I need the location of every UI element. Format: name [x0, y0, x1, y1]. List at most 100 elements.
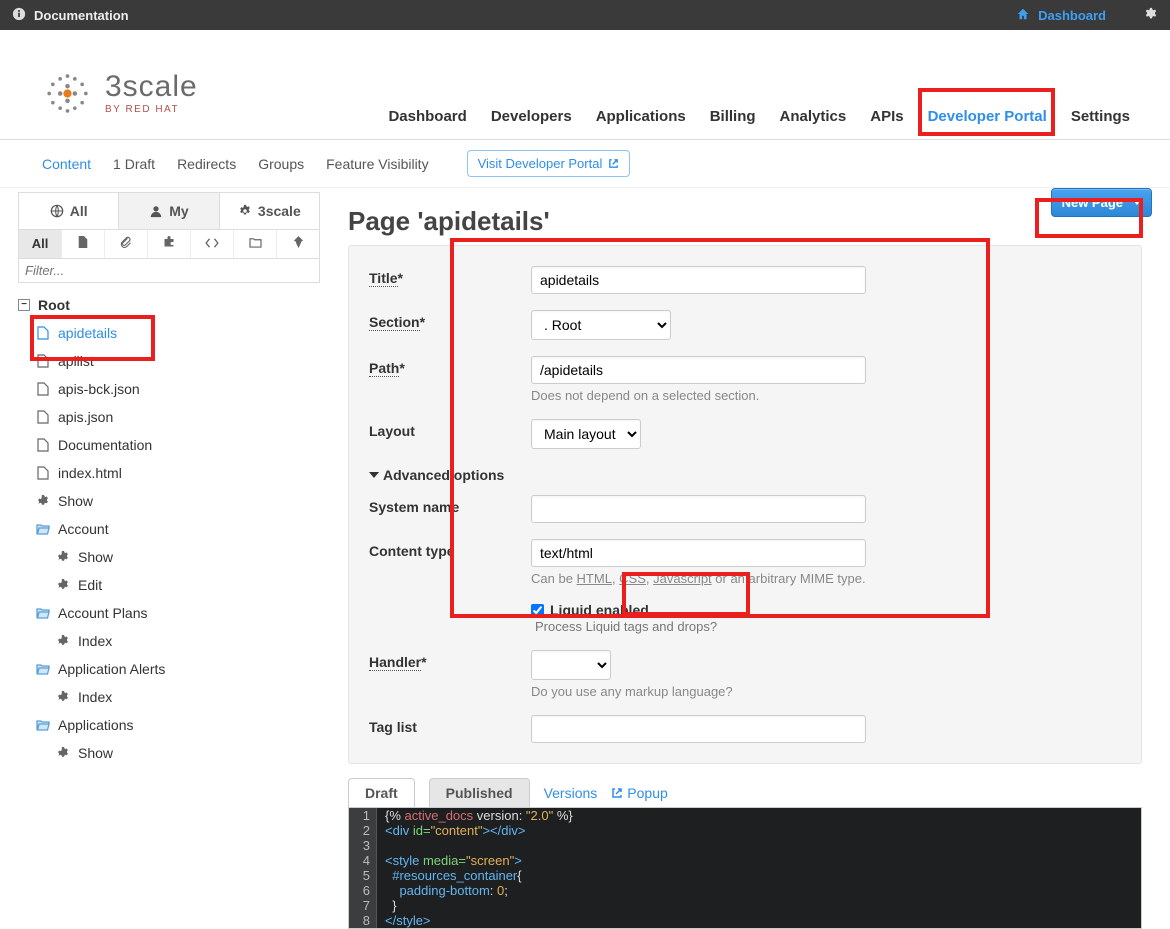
external-link-icon — [608, 158, 619, 169]
title-input[interactable] — [531, 266, 866, 294]
liquid-enabled-checkbox[interactable] — [531, 604, 544, 617]
sidebar-tab-all[interactable]: All — [19, 193, 119, 229]
topbar: Documentation Dashboard — [0, 0, 1170, 30]
cog-icon — [36, 494, 50, 508]
label-taglist: Tag list — [369, 715, 519, 735]
editor-tab-draft[interactable]: Draft — [348, 778, 415, 807]
nav-settings[interactable]: Settings — [1071, 108, 1130, 125]
subnav-draft[interactable]: 1 Draft — [113, 156, 155, 172]
tree-item-apilist[interactable]: apilist — [18, 347, 320, 375]
advanced-toggle[interactable]: Advanced options — [369, 467, 1121, 483]
nav-developer-portal[interactable]: Developer Portal — [928, 108, 1047, 125]
filter-attach-icon[interactable] — [105, 230, 148, 258]
label-ctype: Content type — [369, 539, 519, 559]
tree-item-plans-index[interactable]: Index — [18, 627, 320, 655]
cog-icon — [56, 634, 70, 648]
filter-all[interactable]: All — [19, 230, 62, 258]
gear-icon[interactable] — [1144, 7, 1158, 24]
globe-icon — [50, 204, 64, 218]
cog-icon — [238, 204, 252, 218]
file-icon — [36, 466, 50, 480]
tree-root[interactable]: − Root — [18, 291, 320, 319]
editor-popup-link[interactable]: Popup — [611, 785, 667, 801]
tree-item-documentation[interactable]: Documentation — [18, 431, 320, 459]
nav-applications[interactable]: Applications — [596, 108, 686, 125]
filter-code-icon[interactable] — [191, 230, 234, 258]
new-page-button[interactable]: New Page — [1051, 188, 1152, 217]
system-name-input[interactable] — [531, 495, 866, 523]
tree-folder-alerts[interactable]: Application Alerts — [18, 655, 320, 683]
folder-open-icon — [36, 522, 50, 536]
editor-tabs: Draft Published Versions Popup — [348, 778, 1142, 807]
handler-select[interactable] — [531, 650, 611, 680]
tree-item-apidetails[interactable]: apidetails — [18, 319, 320, 347]
editor-tab-published[interactable]: Published — [429, 778, 530, 807]
taglist-input[interactable] — [531, 715, 866, 743]
folder-open-icon — [36, 718, 50, 732]
subnav-content[interactable]: Content — [42, 156, 91, 172]
sidebar-tab-my[interactable]: My — [119, 193, 219, 229]
filter-puzzle-icon[interactable] — [148, 230, 191, 258]
nav-apis[interactable]: APIs — [870, 108, 903, 125]
main-nav: Dashboard Developers Applications Billin… — [388, 108, 1130, 139]
filter-file-icon[interactable] — [62, 230, 105, 258]
subnav-redirects[interactable]: Redirects — [177, 156, 236, 172]
sidebar-icon-row: All — [18, 229, 320, 259]
liquid-label: Liquid enabled — [550, 602, 649, 618]
label-system: System name — [369, 495, 519, 515]
tree-item-apis-json[interactable]: apis.json — [18, 403, 320, 431]
visit-portal-button[interactable]: Visit Developer Portal — [467, 150, 631, 177]
section-select[interactable]: . Root — [531, 310, 671, 340]
sidebar-tab-3scale[interactable]: 3scale — [220, 193, 319, 229]
nav-billing[interactable]: Billing — [710, 108, 756, 125]
external-link-icon — [611, 787, 623, 799]
label-layout: Layout — [369, 419, 519, 439]
tree-item-account-show[interactable]: Show — [18, 543, 320, 571]
content-tree: − Root apidetails apilist apis-bck.json … — [18, 283, 320, 775]
label-path: Path* — [369, 356, 519, 376]
filter-pin-icon[interactable] — [277, 230, 319, 258]
label-handler: Handler* — [369, 650, 519, 670]
code-editor[interactable]: 1{% active_docs version: "2.0" %} 2<div … — [348, 807, 1142, 929]
tree-item-index[interactable]: index.html — [18, 459, 320, 487]
path-hint: Does not depend on a selected section. — [531, 388, 1121, 403]
logo-icon — [40, 66, 95, 121]
nav-dashboard[interactable]: Dashboard — [388, 108, 466, 125]
nav-developers[interactable]: Developers — [491, 108, 572, 125]
logo[interactable]: 3scale BY RED HAT — [40, 66, 198, 121]
tree-folder-applications[interactable]: Applications — [18, 711, 320, 739]
home-icon — [1016, 7, 1030, 24]
nav-analytics[interactable]: Analytics — [780, 108, 847, 125]
editor-versions-link[interactable]: Versions — [544, 785, 598, 801]
folder-open-icon — [36, 662, 50, 676]
tree-folder-account[interactable]: Account — [18, 515, 320, 543]
ctype-hint: Can be HTML, CSS, Javascript or an arbit… — [531, 571, 1121, 586]
main-content: New Page Page 'apidetails' Title* Sectio… — [320, 188, 1170, 929]
folder-open-icon — [36, 606, 50, 620]
file-icon — [36, 410, 50, 424]
sidebar: All My 3scale All − Root — [0, 188, 320, 929]
tree-item-show[interactable]: Show — [18, 487, 320, 515]
liquid-hint: Process Liquid tags and drops? — [535, 619, 717, 634]
chevron-down-icon — [1133, 200, 1141, 205]
sub-nav: Content 1 Draft Redirects Groups Feature… — [0, 140, 1170, 188]
filter-folder-icon[interactable] — [234, 230, 277, 258]
content-type-input[interactable] — [531, 539, 866, 567]
path-input[interactable] — [531, 356, 866, 384]
subnav-groups[interactable]: Groups — [258, 156, 304, 172]
page-title: Page 'apidetails' — [348, 206, 1142, 237]
cog-icon — [56, 690, 70, 704]
subnav-feature[interactable]: Feature Visibility — [326, 156, 428, 172]
tree-item-alerts-index[interactable]: Index — [18, 683, 320, 711]
filter-input[interactable] — [18, 259, 320, 283]
tree-item-account-edit[interactable]: Edit — [18, 571, 320, 599]
tree-item-apps-show[interactable]: Show — [18, 739, 320, 767]
file-icon — [36, 438, 50, 452]
tree-item-apis-bck[interactable]: apis-bck.json — [18, 375, 320, 403]
doc-link[interactable]: Documentation — [34, 8, 129, 23]
tree-folder-account-plans[interactable]: Account Plans — [18, 599, 320, 627]
logo-subtext: BY RED HAT — [105, 104, 198, 115]
info-icon — [12, 7, 26, 24]
dashboard-link[interactable]: Dashboard — [1038, 8, 1106, 23]
layout-select[interactable]: Main layout — [531, 419, 641, 449]
